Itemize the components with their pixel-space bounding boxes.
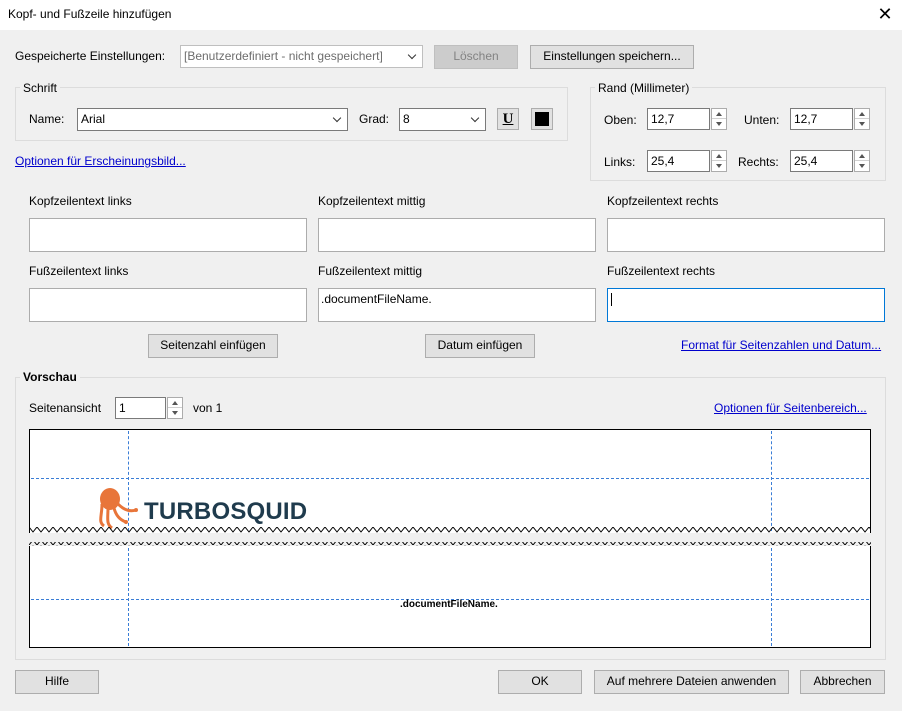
spin-up-icon[interactable] [712,109,726,119]
font-color-button[interactable] [531,108,553,130]
turbosquid-logo-text: TURBOSQUID [144,498,308,525]
font-name-label: Name: [29,112,65,126]
header-right-input[interactable] [607,218,885,252]
page-number-date-format-link[interactable]: Format für Seitenzahlen und Datum... [681,338,881,352]
footer-center-input[interactable]: .documentFileName. [318,288,596,322]
preview-footer-panel [29,546,871,648]
header-right-label: Kopfzeilentext rechts [607,194,719,208]
page-view-spinner[interactable] [167,397,183,419]
margin-bottom-label: Unten: [744,113,780,127]
header-left-input[interactable] [29,218,307,252]
cancel-button[interactable]: Abbrechen [800,670,885,694]
margin-right-input[interactable]: 25,4 [790,150,853,172]
margin-top-input[interactable]: 12,7 [647,108,710,130]
preview-guide-right [771,548,772,646]
chevron-down-icon [330,109,344,130]
chevron-down-icon [405,46,419,67]
spin-up-icon[interactable] [712,151,726,161]
saved-settings-select[interactable]: [Benutzerdefiniert - nicht gespeichert] [180,45,423,68]
spin-down-icon[interactable] [855,119,869,129]
underline-button[interactable]: U [497,108,519,130]
footer-right-input[interactable] [607,288,885,322]
text-cursor [611,293,612,306]
preview-guide-left [128,548,129,646]
preview-guide-header [31,478,869,479]
turbosquid-logo-icon [96,486,140,530]
margin-top-label: Oben: [604,113,637,127]
margin-right-label: Rechts: [738,155,779,169]
header-center-input[interactable] [318,218,596,252]
preview-group-label: Vorschau [20,370,80,384]
font-size-value: 8 [403,112,410,126]
spin-down-icon[interactable] [855,161,869,171]
header-left-label: Kopfzeilentext links [29,194,132,208]
help-button[interactable]: Hilfe [15,670,99,694]
page-count-label: von 1 [193,401,223,415]
preview-footer-text: .documentFileName. [400,599,498,610]
header-center-label: Kopfzeilentext mittig [318,194,426,208]
preview-guide-right [771,431,772,531]
spin-down-icon[interactable] [712,161,726,171]
margin-left-spinner[interactable] [711,150,727,172]
window-title: Kopf- und Fußzeile hinzufügen [8,7,172,21]
spin-up-icon[interactable] [855,151,869,161]
footer-left-label: Fußzeilentext links [29,264,129,278]
spin-down-icon[interactable] [168,408,182,418]
font-name-value: Arial [81,112,106,126]
delete-button[interactable]: Löschen [434,45,518,69]
margin-bottom-input[interactable]: 12,7 [790,108,853,130]
footer-left-input[interactable] [29,288,307,322]
chevron-down-icon [468,109,482,130]
footer-right-label: Fußzeilentext rechts [607,264,716,278]
page-view-label: Seitenansicht [29,401,102,415]
insert-page-number-button[interactable]: Seitenzahl einfügen [148,334,278,358]
page-view-input[interactable]: 1 [115,397,166,419]
insert-date-button[interactable]: Datum einfügen [425,334,535,358]
close-icon[interactable]: ✕ [872,2,898,26]
font-group-label: Schrift [20,81,61,95]
underline-icon: U [502,110,514,127]
spin-up-icon[interactable] [168,398,182,408]
font-size-label: Grad: [359,112,390,126]
spin-down-icon[interactable] [712,119,726,129]
appearance-options-link[interactable]: Optionen für Erscheinungsbild... [15,154,186,168]
margin-bottom-spinner[interactable] [854,108,870,130]
font-size-select[interactable]: 8 [399,108,486,131]
margin-left-label: Links: [604,155,636,169]
color-swatch-icon [535,112,549,126]
margin-group-label: Rand (Millimeter) [595,81,693,95]
font-name-select[interactable]: Arial [77,108,348,131]
footer-center-label: Fußzeilentext mittig [318,264,423,278]
spin-up-icon[interactable] [855,109,869,119]
page-range-options-link[interactable]: Optionen für Seitenbereich... [714,401,867,415]
margin-top-spinner[interactable] [711,108,727,130]
saved-settings-label: Gespeicherte Einstellungen: [15,49,166,63]
margin-left-input[interactable]: 25,4 [647,150,710,172]
apply-multiple-files-button[interactable]: Auf mehrere Dateien anwenden [594,670,789,694]
margin-right-spinner[interactable] [854,150,870,172]
ok-button[interactable]: OK [498,670,582,694]
saved-settings-value: [Benutzerdefiniert - nicht gespeichert] [184,49,383,63]
save-settings-button[interactable]: Einstellungen speichern... [530,45,694,69]
